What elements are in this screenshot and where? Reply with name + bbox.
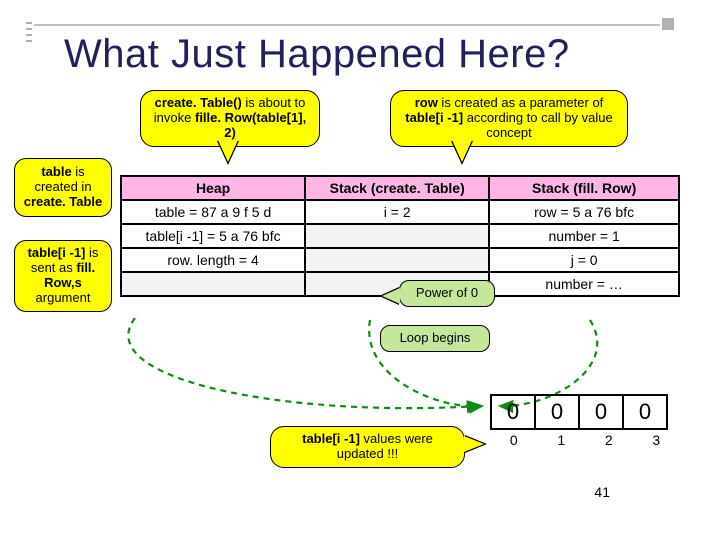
callout-loop-begins: Loop begins: [380, 325, 490, 352]
cell: [121, 272, 305, 296]
cell: [305, 224, 489, 248]
value-table: 0 0 0 0: [490, 394, 668, 430]
callout-row-param: row is created as a parameter of table[i…: [390, 90, 628, 147]
page-number: 41: [594, 484, 610, 500]
kw-createtable: create. Table: [24, 194, 103, 209]
cell: row = 5 a 76 bfc: [489, 200, 679, 224]
cell: row. length = 4: [121, 248, 305, 272]
col-stack-fillrow: Stack (fill. Row): [489, 176, 679, 200]
callout-invoke-fillrow: create. Table() is about to invoke fille…: [140, 90, 320, 147]
index-labels: 0 1 2 3: [490, 432, 680, 448]
cell: table[i -1] = 5 a 76 bfc: [121, 224, 305, 248]
col-stack-createtable: Stack (create. Table): [305, 176, 489, 200]
decorative-dashes: [26, 22, 32, 43]
cell: i = 2: [305, 200, 489, 224]
val-cell: 0: [623, 395, 667, 429]
cell: [305, 248, 489, 272]
cell: j = 0: [489, 248, 679, 272]
col-heap: Heap: [121, 176, 305, 200]
cell: number = 1: [489, 224, 679, 248]
memory-table: Heap Stack (create. Table) Stack (fill. …: [120, 175, 680, 297]
kw-table: table: [41, 164, 71, 179]
callout-table-created: table is created in create. Table: [14, 158, 112, 217]
callout-power-of-0: Power of 0: [399, 280, 495, 307]
cell: table = 87 a 9 f 5 d: [121, 200, 305, 224]
val-cell: 0: [491, 395, 535, 429]
callout-tablei1-sent: table[i -1] is sent as fill. Row,s argum…: [14, 240, 112, 312]
val-cell: 0: [579, 395, 623, 429]
title-rule: [34, 24, 660, 26]
cell: number = …: [489, 272, 679, 296]
slide-title: What Just Happened Here?: [64, 32, 680, 77]
callout-values-updated: table[i -1] values were updated !!!: [270, 426, 465, 468]
val-cell: 0: [535, 395, 579, 429]
